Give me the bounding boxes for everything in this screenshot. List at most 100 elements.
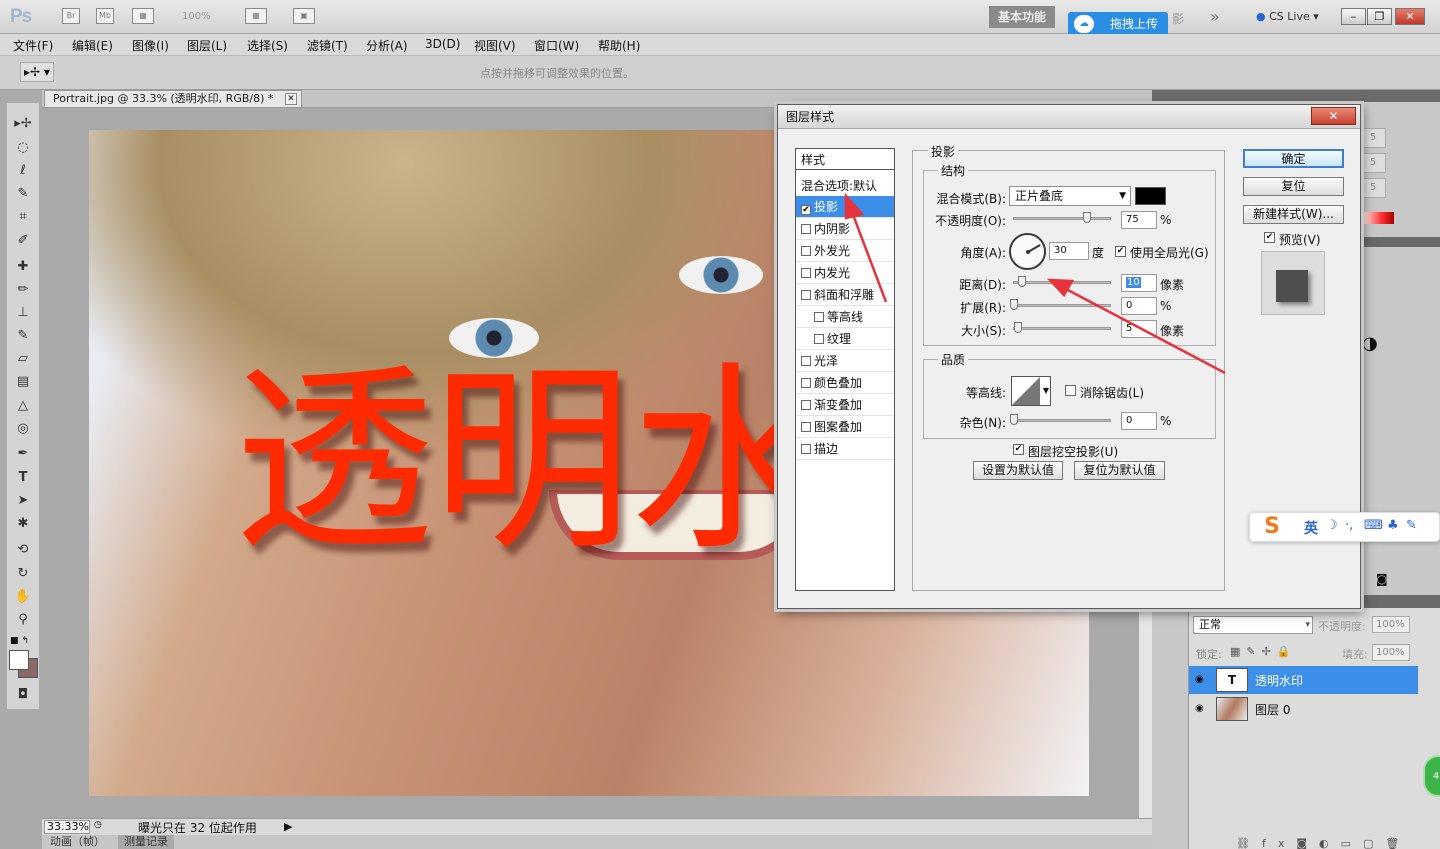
moon-icon[interactable]: ☽ — [1326, 518, 1338, 533]
opacity-slider-track[interactable] — [1013, 217, 1111, 220]
checkbox-icon[interactable] — [801, 246, 811, 256]
close-document-icon[interactable]: ✕ — [285, 93, 297, 105]
drag-upload-button[interactable]: ☁ 拖拽上传 — [1068, 12, 1168, 36]
zoom-field[interactable]: 33.33% — [44, 820, 90, 834]
angle-dial[interactable] — [1009, 233, 1046, 270]
style-item-contour[interactable]: 等高线 — [796, 306, 894, 328]
distance-field[interactable]: 10 — [1121, 274, 1157, 292]
checkbox-checked-icon[interactable]: ✔ — [801, 205, 811, 215]
style-list-header[interactable]: 样式 — [796, 150, 894, 170]
clone-stamp-tool-icon[interactable]: ⊥ — [10, 303, 36, 323]
restore-button[interactable]: ❐ — [1367, 8, 1392, 25]
3d-rotate-tool-icon[interactable]: ⟲ — [10, 540, 36, 560]
keyboard-icon[interactable]: ⌨ — [1364, 518, 1383, 533]
opacity-slider-knob[interactable] — [1083, 212, 1091, 223]
style-item-outer-glow[interactable]: 外发光 — [796, 240, 894, 262]
workspace-button[interactable]: 基本功能 — [989, 6, 1055, 28]
skin-icon[interactable]: ♣ — [1387, 518, 1399, 533]
healing-brush-tool-icon[interactable]: ✚ — [10, 257, 36, 277]
quick-mask-icon[interactable]: ◘ — [10, 685, 36, 705]
adjust-value-field[interactable]: 5 — [1360, 128, 1386, 148]
size-slider-knob[interactable] — [1014, 322, 1022, 333]
tab-animation[interactable]: 动画（帧） — [44, 835, 111, 849]
foreground-color-swatch[interactable] — [9, 650, 29, 670]
angle-field[interactable]: 30 — [1049, 242, 1089, 260]
ok-button[interactable]: 确定 — [1243, 149, 1344, 168]
anti-alias-checkbox[interactable] — [1065, 385, 1076, 396]
style-item-drop-shadow[interactable]: ✔ 投影 — [796, 196, 894, 218]
hand-tool-icon[interactable]: ✋ — [10, 587, 36, 607]
checkbox-icon[interactable] — [814, 334, 824, 344]
checkbox-icon[interactable] — [801, 290, 811, 300]
set-default-button[interactable]: 设置为默认值 — [973, 461, 1063, 480]
default-colors-icon[interactable]: ■ ↰ — [10, 636, 29, 646]
marquee-tool-icon[interactable]: ◌ — [10, 138, 36, 158]
lock-icons[interactable]: ▦✎✢🔒 — [1230, 645, 1297, 658]
menu-image[interactable]: 图像(I) — [132, 37, 169, 54]
menu-filter[interactable]: 滤镜(T) — [307, 37, 348, 54]
spread-field[interactable]: 0 — [1121, 297, 1157, 315]
blend-mode-select[interactable]: 正片叠底 ▼ — [1009, 186, 1131, 206]
ime-language-toggle[interactable]: 英 — [1304, 518, 1318, 538]
menu-layer[interactable]: 图层(L) — [187, 37, 227, 54]
reset-button[interactable]: 复位 — [1243, 177, 1344, 196]
gradient-tool-icon[interactable]: ▤ — [10, 372, 36, 392]
history-brush-tool-icon[interactable]: ✎ — [10, 326, 36, 346]
menu-file[interactable]: 文件(F) — [13, 37, 53, 54]
checkbox-icon[interactable] — [801, 356, 811, 366]
menu-analysis[interactable]: 分析(A) — [366, 37, 408, 54]
size-field[interactable]: 5 — [1121, 320, 1157, 338]
brush-tool-icon[interactable]: ✏ — [10, 280, 36, 300]
style-item-blend-options[interactable]: 混合选项:默认 — [796, 175, 894, 197]
screen-mode-icon[interactable]: ▣ — [293, 8, 315, 24]
zoom-tool-icon[interactable]: ⚲ — [10, 610, 36, 630]
checkbox-icon[interactable] — [801, 400, 811, 410]
menu-view[interactable]: 视图(V) — [474, 37, 516, 54]
adjust-value-field[interactable]: 5 — [1360, 178, 1386, 198]
3d-orbit-tool-icon[interactable]: ↻ — [10, 564, 36, 584]
checkbox-icon[interactable] — [801, 224, 811, 234]
checkbox-icon[interactable] — [801, 444, 811, 454]
quick-select-tool-icon[interactable]: ✎ — [10, 184, 36, 204]
size-slider-track[interactable] — [1013, 327, 1111, 330]
move-tool-icon[interactable]: ▸✢ — [10, 114, 36, 134]
distance-slider-knob[interactable] — [1018, 276, 1026, 287]
style-item-color-overlay[interactable]: 颜色叠加 — [796, 372, 894, 394]
noise-slider-track[interactable] — [1013, 419, 1111, 422]
path-select-tool-icon[interactable]: ➤ — [10, 491, 36, 511]
minimize-button[interactable]: – — [1341, 8, 1366, 25]
status-info-icon[interactable]: ◷ — [94, 820, 102, 830]
preview-checkbox[interactable]: ✔ — [1264, 232, 1275, 243]
punctuation-icon[interactable]: ·, — [1345, 518, 1353, 533]
floating-badge[interactable]: 45 — [1423, 755, 1440, 797]
zoom-level-display[interactable]: 100% — [182, 11, 211, 22]
dialog-close-button[interactable]: ✕ — [1311, 107, 1356, 125]
menu-edit[interactable]: 编辑(E) — [72, 37, 113, 54]
distance-slider-track[interactable] — [1013, 281, 1111, 284]
contour-picker[interactable]: ▼ — [1011, 376, 1051, 406]
noise-slider-knob[interactable] — [1010, 414, 1018, 425]
noise-field[interactable]: 0 — [1121, 412, 1157, 430]
visibility-eye-icon[interactable]: ◉ — [1195, 674, 1204, 685]
layer-fill-field[interactable]: 100% — [1372, 644, 1410, 661]
double-chevron-icon[interactable]: » — [1210, 7, 1220, 26]
checkbox-icon[interactable] — [801, 422, 811, 432]
style-item-gradient-overlay[interactable]: 渐变叠加 — [796, 394, 894, 416]
layer-actions-icons[interactable]: ⛓fx◙◐▭▢🗑 — [1236, 837, 1411, 849]
pen-tool-icon[interactable]: ✒ — [10, 444, 36, 464]
style-item-texture[interactable]: 纹理 — [796, 328, 894, 350]
move-tool-preset-icon[interactable]: ▸✢ ▾ — [20, 62, 54, 82]
type-tool-icon[interactable]: T — [10, 468, 36, 488]
blur-tool-icon[interactable]: △ — [10, 396, 36, 416]
style-item-stroke[interactable]: 描边 — [796, 438, 894, 460]
menu-help[interactable]: 帮助(H) — [598, 37, 640, 54]
spread-slider-track[interactable] — [1013, 304, 1111, 307]
style-item-bevel-emboss[interactable]: 斜面和浮雕 — [796, 284, 894, 306]
checkbox-icon[interactable] — [801, 268, 811, 278]
menu-window[interactable]: 窗口(W) — [534, 37, 579, 54]
opacity-field[interactable]: 75 — [1121, 211, 1157, 229]
settings-wrench-icon[interactable]: ✎ — [1406, 518, 1417, 533]
menu-3d[interactable]: 3D(D) — [425, 37, 460, 51]
lasso-tool-icon[interactable]: ℓ — [10, 161, 36, 181]
sogou-logo-icon[interactable]: S — [1257, 514, 1287, 540]
